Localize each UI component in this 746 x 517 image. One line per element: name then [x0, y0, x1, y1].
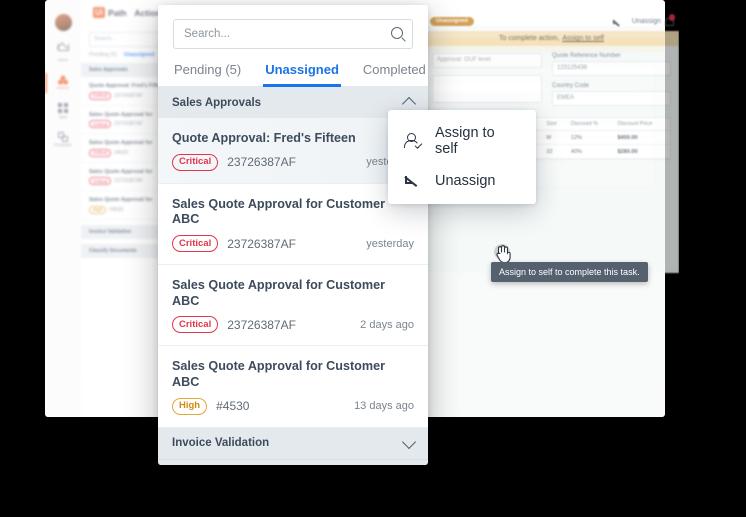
field-label: Quote Reference Number [552, 53, 621, 59]
tab-completed[interactable]: Completed [363, 62, 426, 86]
sidebar-item-label: Home [58, 57, 68, 62]
section-label: Sales Approvals [172, 96, 262, 109]
item-timestamp: 2 days ago [360, 318, 414, 331]
actions-list-panel: Pending (5) Unassigned Completed Sales A… [158, 5, 428, 465]
menu-item-assign-to-self[interactable]: Assign to self [388, 117, 536, 165]
item-timestamp: yesterday [366, 237, 414, 250]
notification-bell-icon[interactable] [664, 14, 675, 26]
screenshot-stage: Home Actions Apps Processes Ui Path Acti… [0, 0, 746, 517]
detail-header: Unassigned Unassign [424, 12, 679, 26]
item-id: #4530 [109, 206, 124, 213]
priority-badge: Critical [89, 177, 112, 185]
assign-banner: To complete action, Assign to self [424, 31, 679, 46]
unassign-arrow-icon [612, 17, 629, 26]
search-area [158, 5, 428, 49]
menu-item-label: Assign to self [435, 125, 495, 157]
logo-mark: Ui [93, 7, 105, 18]
assign-user-icon [404, 133, 423, 149]
cell-discount-pct: 40% [566, 144, 614, 159]
search-box[interactable] [173, 19, 413, 49]
app-logo: Ui Path Actions [93, 7, 166, 18]
priority-badge: Critical [89, 120, 112, 128]
actions-icon [58, 74, 68, 85]
sidebar-item-apps[interactable]: Apps [45, 103, 81, 119]
background-nav-rail: Home Actions Apps Processes [45, 0, 82, 417]
background-tab[interactable]: Unassigned [124, 52, 155, 58]
column-header: Size [542, 118, 567, 131]
section-header-invoice-validation[interactable]: Invoice Validation [158, 427, 428, 459]
list-item[interactable]: Sales Quote Approval for Customer ABC Cr… [158, 265, 428, 347]
chevron-up-icon [401, 96, 417, 112]
quote-reference-input[interactable]: 123125436 [552, 61, 671, 76]
detail-left-field[interactable]: Approval: OUF level [432, 53, 542, 68]
priority-badge: Critical [172, 316, 219, 334]
item-id: 23726387AF [114, 92, 143, 99]
item-id: 23726387AF [227, 236, 296, 251]
processes-icon [58, 131, 68, 142]
cell-discount-price: $280.00 [613, 144, 670, 159]
background-tab[interactable]: Pending (5) [89, 52, 117, 58]
priority-badge: High [89, 205, 107, 214]
item-title: Sales Quote Approval for Customer ABC [172, 359, 385, 390]
priority-badge: Critical [89, 91, 112, 100]
banner-text: To complete action, [499, 35, 560, 42]
sidebar-item-label: Actions [56, 86, 70, 90]
cell-size: M [542, 130, 567, 145]
item-title: Sales Quote Approval for Customer ABC [172, 196, 385, 227]
sidebar-item-processes[interactable]: Processes [45, 131, 81, 147]
sidebar-item-label: Processes [54, 143, 72, 147]
chevron-down-icon [401, 434, 417, 449]
cell-discount-pct: 12% [566, 130, 614, 145]
panel-tabs: Pending (5) Unassigned Completed [158, 49, 428, 87]
item-title: Quote Approval: Fred's Fifteen [172, 131, 356, 145]
item-id: 23726387AF [114, 178, 143, 184]
section-header-classify-documents[interactable]: Classify Documents [158, 458, 428, 465]
item-id: 23726387AF [227, 317, 296, 332]
column-header: Discount Price [613, 118, 670, 131]
menu-item-unassign[interactable]: Unassign [388, 165, 536, 197]
country-code-input[interactable]: EMEA [552, 91, 671, 106]
mouse-cursor [494, 244, 511, 264]
banner-link[interactable]: Assign to self [562, 35, 604, 42]
priority-badge: Critical [89, 148, 112, 157]
sidebar-item-home[interactable]: Home [45, 44, 81, 62]
tab-unassigned[interactable]: Unassigned [263, 62, 341, 87]
context-menu: Assign to self Unassign [388, 110, 536, 204]
field-label: Country Code [552, 83, 590, 89]
column-header: Discount % [566, 118, 614, 131]
status-badge: Unassigned [430, 16, 474, 26]
list-item[interactable]: Sales Quote Approval for Customer ABC Hi… [158, 346, 428, 428]
priority-badge: Critical [172, 153, 219, 171]
section-label: Invoice Validation [172, 437, 270, 450]
sidebar-item-label: Apps [58, 114, 68, 119]
logo-name: Path [108, 7, 127, 18]
tab-pending[interactable]: Pending (5) [174, 62, 241, 86]
unassign-label: Unassign [631, 17, 661, 25]
tooltip: Assign to self to complete this task. [491, 262, 648, 282]
item-id: 23726387AF [114, 121, 143, 127]
avatar[interactable] [54, 14, 72, 31]
apps-icon [58, 103, 68, 113]
sidebar-item-actions[interactable]: Actions [45, 72, 81, 92]
item-id: #4530 [114, 149, 129, 156]
cell-size: 32 [542, 144, 567, 159]
search-icon [391, 27, 403, 39]
item-title: Sales Quote Approval for Customer ABC [172, 277, 385, 308]
cell-discount-price: $400.00 [613, 130, 670, 145]
priority-badge: High [172, 397, 208, 415]
unassign-arrow-icon [404, 173, 421, 189]
unassign-button[interactable]: Unassign [612, 14, 675, 26]
item-timestamp: 13 days ago [354, 400, 414, 413]
home-icon [57, 44, 69, 51]
item-id: #4530 [216, 399, 250, 414]
priority-badge: Critical [172, 235, 219, 252]
menu-item-label: Unassign [435, 173, 496, 189]
item-id: 23726387AF [227, 155, 296, 170]
search-input[interactable] [174, 27, 366, 41]
